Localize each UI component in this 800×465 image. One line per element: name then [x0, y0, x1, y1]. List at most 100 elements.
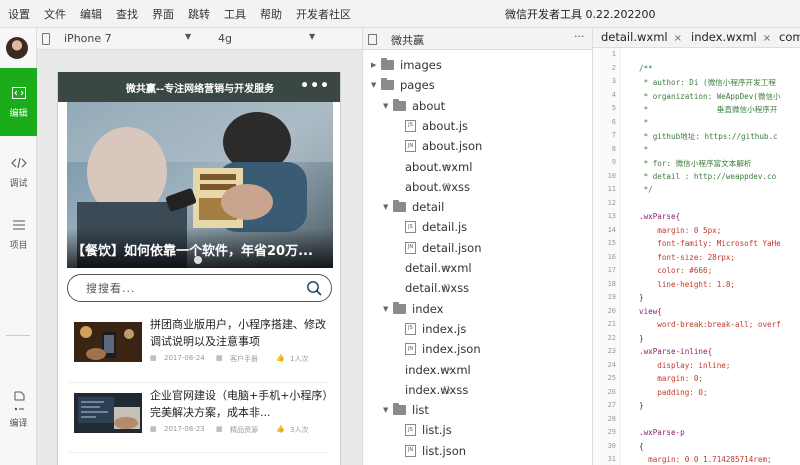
article-item[interactable]: 企业官网建设（电脑+手机+小程序）完美解决方案，成本非... ▦ 2017-08…	[74, 387, 336, 447]
line-number: 24	[607, 360, 616, 369]
folder-icon	[393, 98, 406, 111]
tree-file[interactable]: JN list.json	[395, 441, 466, 461]
code-line: */	[639, 185, 653, 194]
network-dropdown-icon[interactable]: ▼	[309, 32, 315, 41]
tab-index-wxml[interactable]: index.wxml ×	[691, 30, 771, 44]
tree-file[interactable]: JN about.json	[395, 136, 482, 156]
calendar-icon: ▦	[150, 354, 157, 362]
activity-project[interactable]: 项目	[0, 200, 37, 268]
menu-file[interactable]: 文件	[44, 6, 66, 22]
tree-file[interactable]: {} index.wxss	[395, 380, 468, 400]
chevron-right-icon: ▶	[371, 61, 377, 69]
line-number: 22	[607, 333, 616, 342]
code-line: margin: 0;	[639, 374, 704, 383]
banner-carousel[interactable]: 【餐饮】如何依靠一个软件，年省20万...	[67, 102, 333, 268]
thumbs-up-icon[interactable]: 👍	[276, 425, 285, 433]
menu-find[interactable]: 查找	[116, 6, 138, 22]
menu-community[interactable]: 开发者社区	[296, 6, 351, 22]
tree-file[interactable]: JN index.json	[395, 339, 481, 359]
avatar[interactable]	[6, 37, 28, 59]
thumbs-up-icon[interactable]: 👍	[276, 354, 285, 362]
line-number: 29	[607, 428, 616, 436]
article-title: 拼团商业版用户，小程序搭建、修改调试说明以及注意事项	[150, 318, 326, 348]
search-icon[interactable]	[306, 280, 322, 296]
line-number: 5	[611, 104, 616, 112]
activity-debug[interactable]: 调试	[0, 138, 37, 206]
tree-folder[interactable]: ▼ list	[383, 400, 429, 420]
line-number: 26	[607, 387, 616, 396]
tree-folder[interactable]: ▼ pages	[371, 75, 435, 95]
tab-detail-wxml[interactable]: detail.wxml ×	[601, 30, 682, 44]
article-date: 2017-08-23	[164, 425, 205, 433]
line-number: 3	[611, 77, 616, 85]
activity-compile[interactable]: 编译	[0, 378, 37, 446]
style-file-icon: {}	[441, 181, 452, 191]
tree-file[interactable]: JN detail.json	[395, 238, 482, 258]
line-number: 11	[607, 185, 616, 193]
tree-folder[interactable]: ▼ index	[383, 299, 443, 319]
menu-help[interactable]: 帮助	[260, 6, 282, 22]
mini-program-navbar: 微共赢--专注网络营销与开发服务 •••	[58, 72, 340, 102]
device-select[interactable]: iPhone 7	[64, 32, 112, 45]
line-number: 7	[611, 131, 616, 139]
tree-file[interactable]: JS detail.js	[395, 217, 467, 237]
tree-item-label: about	[412, 98, 446, 113]
chevron-down-icon: ▼	[383, 101, 389, 110]
close-icon[interactable]: ×	[674, 33, 682, 44]
style-file-icon: {}	[441, 283, 452, 293]
line-number: 20	[607, 306, 616, 315]
search-input[interactable]: 搜搜看...	[67, 274, 332, 302]
tree-file[interactable]: <> index.wxml	[395, 360, 471, 380]
tree-folder[interactable]: ▶ images	[371, 55, 442, 75]
device-dropdown-icon[interactable]: ▼	[185, 32, 191, 41]
search-placeholder: 搜搜看...	[86, 282, 136, 295]
menu-tools[interactable]: 工具	[224, 6, 246, 22]
more-icon[interactable]: ···	[574, 30, 585, 43]
code-line: .wxParse{	[639, 212, 681, 221]
menu-goto[interactable]: 跳转	[188, 6, 210, 22]
chevron-down-icon: ▼	[383, 304, 389, 313]
tree-folder[interactable]: ▼ detail	[383, 197, 444, 217]
tree-folder[interactable]: ▼ about	[383, 96, 445, 116]
tree-file[interactable]: JS list.js	[395, 420, 452, 440]
tab-com[interactable]: com	[779, 30, 800, 44]
menu-dots-icon[interactable]: •••	[300, 78, 330, 94]
category-icon: ▦	[216, 354, 223, 362]
article-likes: 1人次	[290, 355, 309, 363]
menu-view[interactable]: 界面	[152, 6, 174, 22]
menu-settings[interactable]: 设置	[8, 6, 30, 22]
tree-file[interactable]: {} about.wxss	[395, 177, 470, 197]
line-number: 21	[607, 320, 616, 328]
article-likes: 3人次	[290, 426, 309, 434]
chevron-down-icon: ▼	[383, 406, 389, 415]
tree-file[interactable]: JS index.js	[395, 319, 466, 339]
network-select[interactable]: 4g	[218, 32, 232, 45]
tree-file[interactable]: <> about.wxml	[395, 157, 472, 177]
activity-edit[interactable]: 编辑	[0, 68, 37, 136]
divider	[68, 382, 328, 383]
calendar-icon: ▦	[150, 425, 157, 433]
line-number: 8	[611, 144, 616, 153]
line-number: 25	[607, 374, 616, 382]
json-file-icon: JN	[405, 444, 416, 457]
code-line: .wxParse-p	[639, 428, 685, 437]
close-icon[interactable]: ×	[763, 33, 771, 44]
tree-file[interactable]: JS about.js	[395, 116, 468, 136]
activity-bar: 编辑 调试 项目 编译	[0, 28, 37, 465]
tab-label: detail.wxml	[601, 30, 668, 44]
tab-label: com	[779, 30, 800, 44]
file-explorer: 微共赢 ··· ▶ images ▼ pages ▼ about JS about.js JN a…	[363, 28, 593, 465]
article-thumbnail	[74, 393, 142, 433]
line-number-gutter: 1 2 3 4 5 6 7 8 9 10 11 12 13 14 15 16 17 18 19 20 21 22 23 24 2…	[593, 48, 621, 465]
navbar-title: 微共赢--专注网络营销与开发服务	[125, 83, 275, 95]
carousel-indicator[interactable]	[194, 256, 202, 264]
code-line: {	[639, 441, 644, 451]
menu-edit[interactable]: 编辑	[80, 6, 102, 22]
tree-item-label: images	[400, 58, 442, 72]
code-line: }	[639, 401, 644, 410]
tree-file[interactable]: {} detail.wxss	[395, 278, 469, 298]
article-item[interactable]: 拼团商业版用户，小程序搭建、修改调试说明以及注意事项 ▦ 2017-08-24 …	[74, 316, 336, 376]
tree-file[interactable]: <> detail.wxml	[395, 258, 472, 278]
tree-item-label: pages	[400, 78, 435, 93]
code-line: * for: 微信小程序富文本解析	[639, 159, 752, 168]
